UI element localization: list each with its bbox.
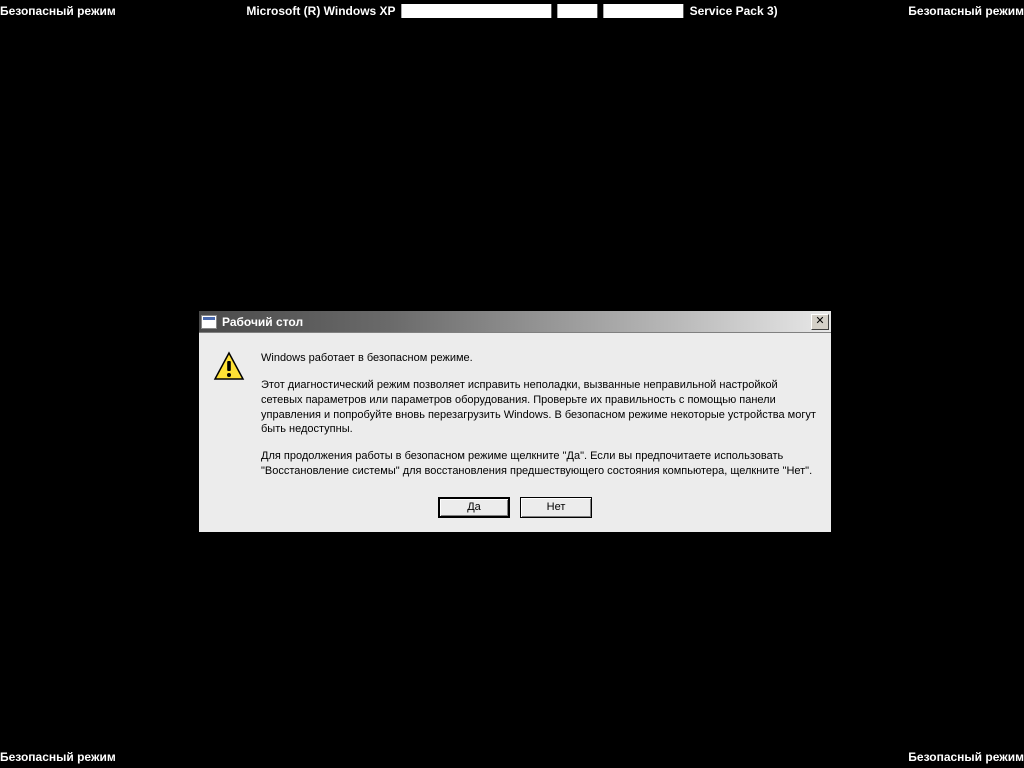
no-button[interactable]: Нет (520, 497, 592, 518)
safe-mode-label-bottom-right: Безопасный режим (908, 750, 1024, 764)
dialog-message: Windows работает в безопасном режиме. Эт… (261, 351, 817, 479)
dialog-button-row: Да Нет (199, 493, 831, 532)
safe-mode-label-bottom-left: Безопасный режим (0, 750, 116, 764)
dialog-titlebar[interactable]: Рабочий стол ✕ (199, 311, 831, 333)
os-version-suffix: Service Pack 3) (690, 4, 778, 18)
dialog-paragraph-3: Для продолжения работы в безопасном режи… (261, 449, 817, 479)
redacted-text (402, 4, 552, 18)
safe-mode-dialog: Рабочий стол ✕ Windows работает в безопа… (198, 310, 832, 533)
redacted-text (604, 4, 684, 18)
os-version-prefix: Microsoft (R) Windows XP (246, 4, 395, 18)
os-version-header: Microsoft (R) Windows XP Service Pack 3) (246, 4, 777, 18)
yes-button[interactable]: Да (438, 497, 510, 518)
safe-mode-label-top-right: Безопасный режим (908, 4, 1024, 18)
safe-mode-label-top-left: Безопасный режим (0, 4, 116, 18)
window-icon (201, 315, 217, 329)
warning-icon (213, 351, 245, 383)
dialog-body: Windows работает в безопасном режиме. Эт… (199, 333, 831, 493)
close-button[interactable]: ✕ (811, 314, 829, 330)
redacted-text (558, 4, 598, 18)
dialog-paragraph-1: Windows работает в безопасном режиме. (261, 351, 817, 366)
close-icon: ✕ (815, 315, 824, 327)
dialog-title: Рабочий стол (222, 315, 811, 329)
dialog-paragraph-2: Этот диагностический режим позволяет исп… (261, 378, 817, 437)
